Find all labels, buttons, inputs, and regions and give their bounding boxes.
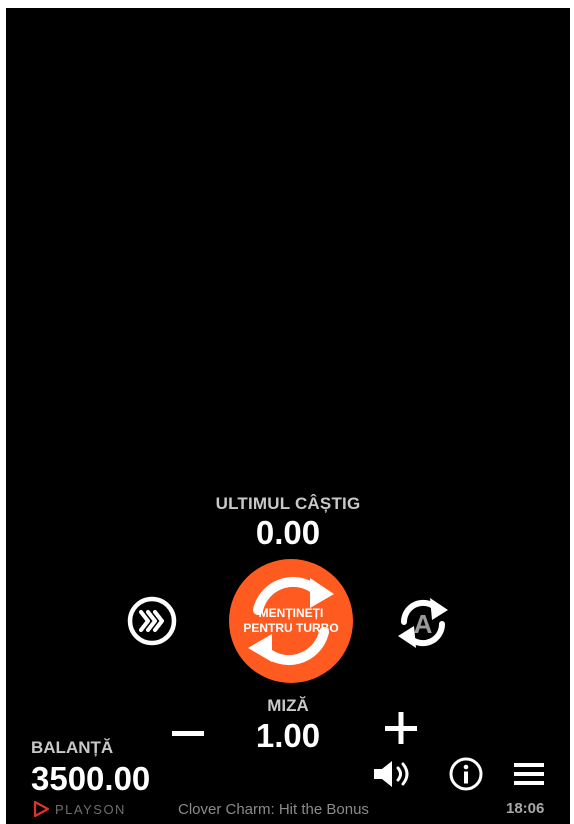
speaker-icon — [374, 761, 409, 787]
fast-forward-icon — [127, 596, 177, 646]
last-win-value: 0.00 — [255, 514, 321, 551]
hamburger-menu-icon — [514, 763, 544, 785]
provider-name: PLAYSON — [55, 801, 126, 817]
sound-button[interactable] — [372, 759, 418, 789]
menu-button[interactable] — [512, 759, 546, 789]
autoplay-letter: A — [414, 609, 433, 639]
plus-icon — [385, 712, 417, 744]
spin-button[interactable]: MENȚINEȚI PENTRU TURBO — [228, 558, 354, 684]
game-title: Clover Charm: Hit the Bonus — [178, 801, 369, 818]
play-triangle-icon — [33, 801, 49, 817]
turbo-button[interactable] — [127, 596, 177, 646]
game-screen: ULTIMUL CÂȘTIG 0.00 MENȚINEȚI PENTRU TUR… — [6, 8, 570, 824]
bet-label: MIZĂ — [267, 696, 309, 715]
decrease-bet-button[interactable] — [168, 714, 208, 754]
info-icon — [449, 757, 483, 791]
balance-label: BALANȚĂ — [31, 738, 114, 757]
autoplay-button[interactable]: A — [390, 590, 456, 656]
info-button[interactable] — [448, 756, 484, 792]
balance-value: 3500.00 — [31, 760, 151, 797]
minus-icon — [172, 731, 204, 736]
spin-icon — [229, 559, 353, 683]
increase-bet-button[interactable] — [381, 708, 421, 748]
autoplay-icon: A — [398, 598, 448, 648]
clock: 18:06 — [506, 800, 545, 817]
provider-logo: PLAYSON — [33, 800, 126, 818]
last-win-label: ULTIMUL CÂȘTIG — [215, 494, 361, 513]
